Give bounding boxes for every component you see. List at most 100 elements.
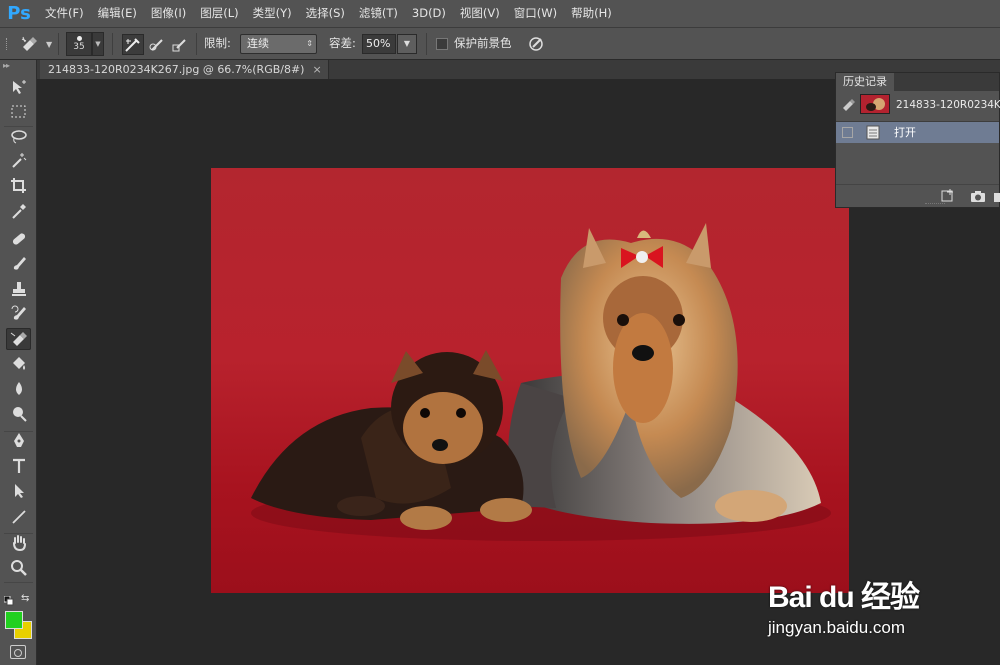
healing-brush-tool-button[interactable] xyxy=(6,228,31,250)
magic-wand-tool-button[interactable] xyxy=(6,150,31,172)
foreground-color-swatch[interactable] xyxy=(5,611,23,629)
type-tool-button[interactable] xyxy=(6,455,31,477)
menu-type[interactable]: 类型(Y) xyxy=(246,0,299,27)
eyedropper-tool-button[interactable] xyxy=(6,201,31,223)
history-brush-source-checkbox[interactable] xyxy=(842,127,853,138)
path-selection-tool-button[interactable] xyxy=(6,480,31,502)
updown-arrows-icon: ⇕ xyxy=(306,39,313,48)
sampling-once-button[interactable] xyxy=(147,34,167,54)
background-eraser-tool-button[interactable] xyxy=(6,328,31,350)
history-snapshot[interactable]: 214833-120R0234K267 xyxy=(836,91,1000,122)
pen-tool-icon xyxy=(13,433,24,447)
menu-bar: Ps 文件(F) 编辑(E) 图像(I) 图层(L) 类型(Y) 选择(S) 滤… xyxy=(0,0,1000,27)
limit-label: 限制: xyxy=(204,36,231,50)
marquee-tool-button[interactable] xyxy=(6,101,31,123)
tolerance-input[interactable]: 50% xyxy=(362,34,396,54)
background-eraser-tool-icon xyxy=(10,332,27,346)
line-tool-icon xyxy=(11,510,26,524)
tools-panel-grip[interactable]: ▸▸ xyxy=(0,60,36,72)
snapshot-name: 214833-120R0234K267 xyxy=(896,99,1000,111)
yorkshire-terriers-photo xyxy=(211,168,849,593)
move-tool-button[interactable] xyxy=(6,77,31,99)
line-tool-button[interactable] xyxy=(6,506,31,528)
document-tab[interactable]: 214833-120R0234K267.jpg @ 66.7%(RGB/8#) × xyxy=(40,60,329,79)
hand-tool-button[interactable] xyxy=(6,532,31,554)
sampling-continuous-button[interactable] xyxy=(122,34,144,55)
quick-mask-icon[interactable] xyxy=(10,645,26,659)
path-selection-tool-icon xyxy=(14,484,24,498)
menu-3d[interactable]: 3D(D) xyxy=(405,0,453,27)
history-panel-tabbar: 历史记录 xyxy=(836,73,999,91)
camera-icon[interactable] xyxy=(970,189,986,203)
divider xyxy=(426,33,427,55)
limit-value: 连续 xyxy=(247,37,269,50)
document-icon xyxy=(866,125,880,140)
history-panel-footer xyxy=(836,184,1000,207)
brush-picker-dropdown[interactable]: ▼ xyxy=(92,32,104,56)
brush-size-value: 35 xyxy=(73,42,85,52)
clone-stamp-tool-button[interactable] xyxy=(6,278,31,300)
menu-edit[interactable]: 编辑(E) xyxy=(91,0,144,27)
preset-dropdown-arrow[interactable]: ▼ xyxy=(46,40,52,49)
menu-filter[interactable]: 滤镜(T) xyxy=(352,0,405,27)
swap-colors-icon[interactable]: ⇆ xyxy=(21,593,29,604)
snapshot-thumbnail xyxy=(860,94,890,114)
close-icon[interactable]: × xyxy=(312,63,321,76)
paint-bucket-tool-button[interactable] xyxy=(6,353,31,375)
brush-size-picker[interactable]: 35 xyxy=(66,32,92,56)
menu-file[interactable]: 文件(F) xyxy=(38,0,91,27)
move-tool-icon xyxy=(12,80,26,94)
menu-view[interactable]: 视图(V) xyxy=(453,0,507,27)
default-colors-icon[interactable] xyxy=(3,595,14,606)
canvas-image[interactable] xyxy=(211,168,849,593)
watermark-url: jingyan.baidu.com xyxy=(768,618,906,637)
lasso-tool-icon xyxy=(10,130,27,144)
tools-divider xyxy=(4,582,33,583)
pen-tool-button[interactable] xyxy=(6,430,31,452)
new-document-from-state-icon[interactable] xyxy=(940,189,956,203)
tools-divider xyxy=(4,533,33,534)
history-tab[interactable]: 历史记录 xyxy=(836,73,894,91)
crop-tool-button[interactable] xyxy=(6,175,31,197)
brush-tool-icon xyxy=(13,257,26,270)
blur-tool-button[interactable] xyxy=(6,378,31,400)
eyedropper-tool-icon xyxy=(11,204,26,219)
history-brush-tool-button[interactable] xyxy=(6,303,31,325)
menu-image[interactable]: 图像(I) xyxy=(144,0,193,27)
sampling-background-button[interactable] xyxy=(170,34,190,54)
divider xyxy=(112,33,113,55)
brush-dot-icon xyxy=(76,36,82,41)
menu-layer[interactable]: 图层(L) xyxy=(193,0,245,27)
menu-window[interactable]: 窗口(W) xyxy=(507,0,564,27)
blur-tool-icon xyxy=(15,382,22,395)
divider xyxy=(196,33,197,55)
background-eraser-preset-icon xyxy=(21,36,37,51)
lasso-tool-button[interactable] xyxy=(6,126,31,148)
menu-help[interactable]: 帮助(H) xyxy=(564,0,619,27)
limit-select[interactable]: 连续 ⇕ xyxy=(240,34,317,54)
protect-foreground-checkbox[interactable] xyxy=(436,38,448,50)
dodge-tool-button[interactable] xyxy=(6,403,31,425)
type-tool-icon xyxy=(12,458,25,473)
trash-icon[interactable] xyxy=(994,189,1000,203)
history-step[interactable]: 打开 xyxy=(836,122,999,143)
tablet-pressure-button[interactable] xyxy=(526,34,546,54)
brush-tool-button[interactable] xyxy=(6,253,31,275)
watermark-brand: Bai du 经验 xyxy=(768,581,920,614)
menu-select[interactable]: 选择(S) xyxy=(299,0,352,27)
divider xyxy=(58,33,59,55)
healing-brush-tool-icon xyxy=(12,233,25,245)
tolerance-label: 容差: xyxy=(329,36,356,50)
paint-bucket-tool-icon xyxy=(12,357,25,370)
zoom-tool-button[interactable] xyxy=(6,557,31,579)
dodge-tool-icon xyxy=(12,407,27,422)
history-brush-tool-icon xyxy=(11,305,26,320)
sampling-continuous-icon xyxy=(125,37,140,52)
tolerance-slider-dropdown[interactable]: ▼ xyxy=(397,34,417,54)
panel-resize-grip[interactable] xyxy=(925,203,945,206)
marquee-tool-icon xyxy=(11,105,25,118)
history-brush-source-icon[interactable] xyxy=(841,97,857,111)
tool-preset-picker[interactable] xyxy=(20,34,40,54)
tools-divider xyxy=(4,431,33,432)
photoshop-logo: Ps xyxy=(7,3,31,24)
